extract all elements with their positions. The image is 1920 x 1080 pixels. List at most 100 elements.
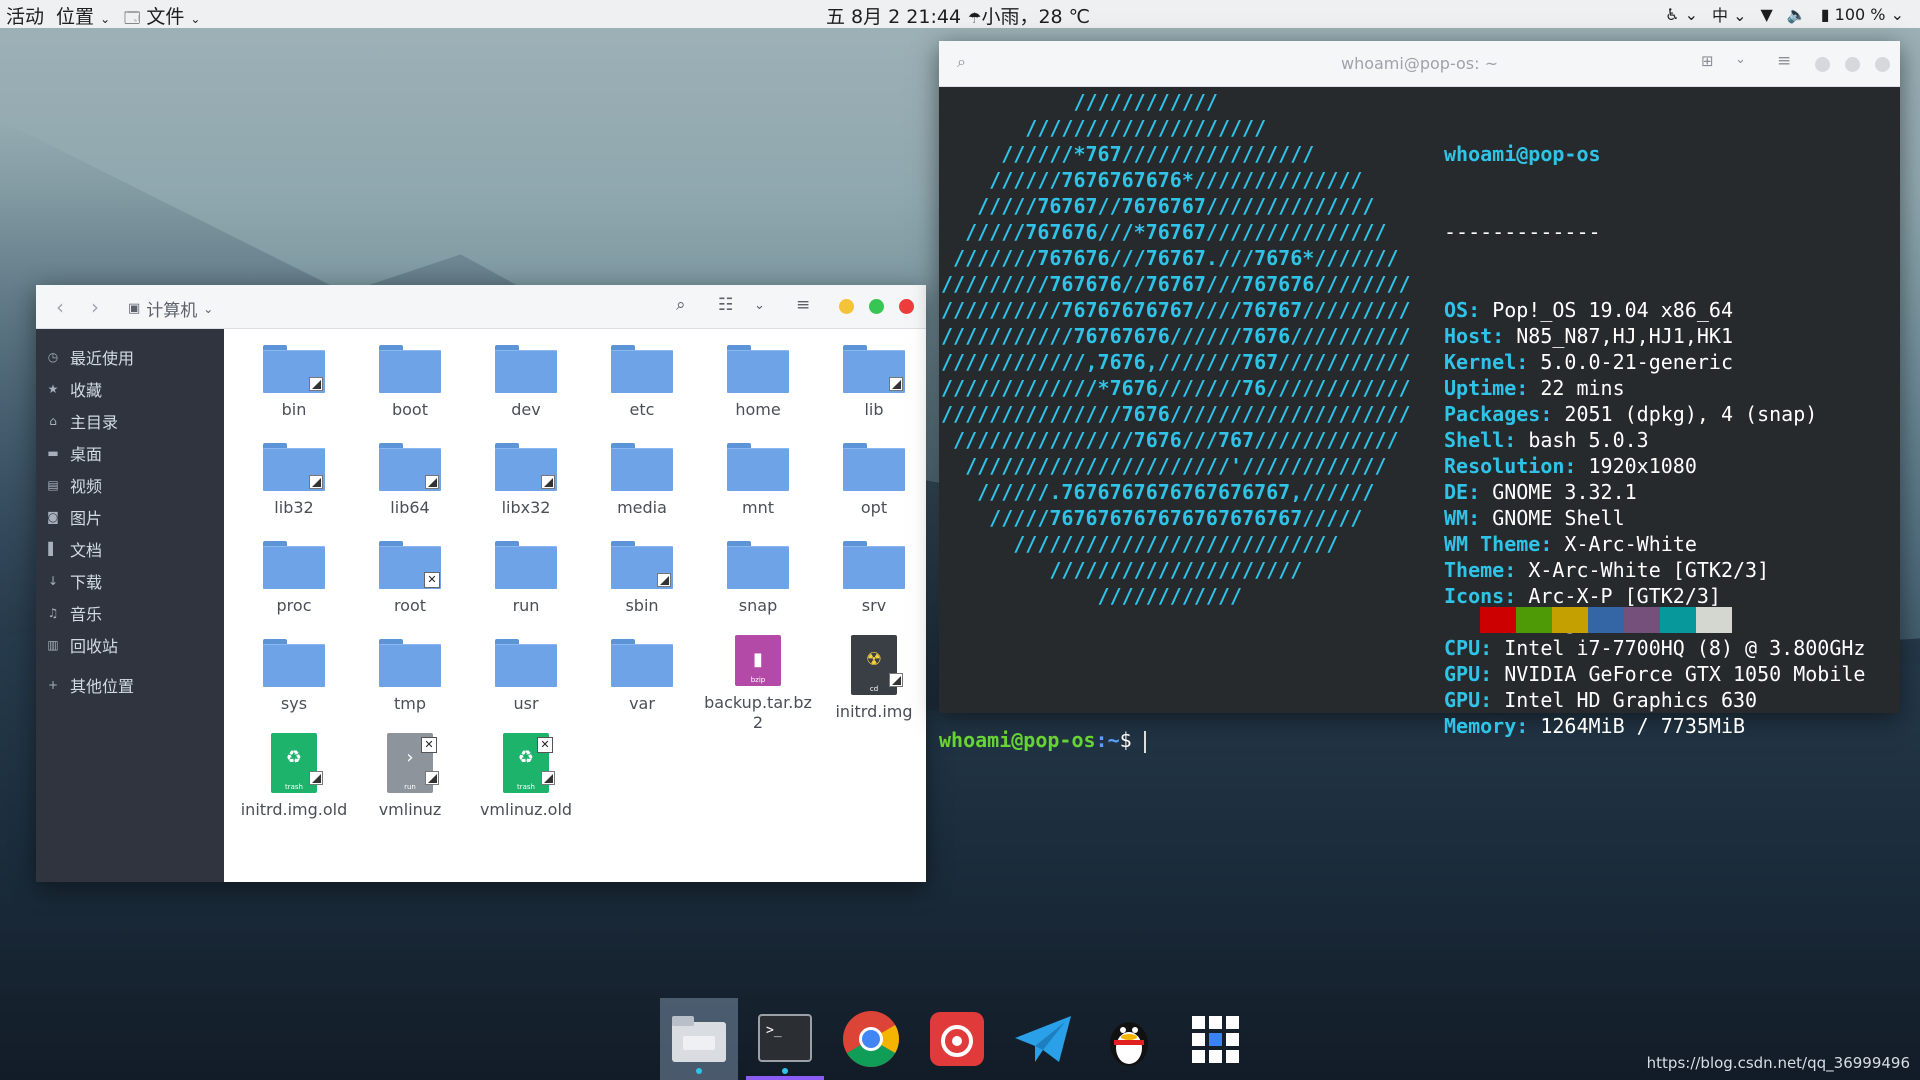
file-item[interactable]: snap — [700, 537, 816, 635]
file-item[interactable]: etc — [584, 341, 700, 439]
terminal-output[interactable]: //////////// //////////////////// //////… — [939, 87, 1900, 753]
info-key: CPU — [1444, 636, 1481, 660]
places-menu[interactable]: 位置 ⌄ — [56, 2, 110, 29]
file-item[interactable]: srv — [816, 537, 932, 635]
dock-terminal[interactable]: >_ — [746, 998, 824, 1080]
file-item[interactable]: lib64 — [352, 439, 468, 537]
sidebar-item-label: 桌面 — [70, 445, 103, 464]
sidebar-item[interactable]: ▬ 桌面 — [36, 437, 224, 469]
location-button[interactable]: ▣ 计算机 ⌄ — [128, 296, 213, 321]
file-grid: bin boot dev etc home lib lib32 lib64 libx32 medi… — [236, 341, 932, 831]
logo-line: /////76767//7676767////////////// — [941, 194, 1375, 218]
maximize-button[interactable] — [1845, 57, 1860, 72]
list-view-icon[interactable]: ☷ — [718, 295, 733, 315]
info-value: 5.0.0-21-generic — [1540, 350, 1733, 374]
file-item[interactable]: ♻ trash ✕ vmlinuz.old — [468, 733, 584, 831]
dock: >_ — [660, 998, 1254, 1080]
sidebar-item-label: 文档 — [70, 541, 103, 560]
dock-files[interactable] — [660, 998, 738, 1080]
file-item[interactable]: ♻ trash initrd.img.old — [236, 733, 352, 831]
accessibility-icon[interactable]: ♿ ⌄ — [1665, 5, 1698, 24]
file-item[interactable]: home — [700, 341, 816, 439]
file-name: run — [512, 596, 540, 615]
info-value: X-Arc-White — [1564, 532, 1697, 556]
file-item[interactable]: tmp — [352, 635, 468, 733]
folder-icon — [495, 541, 557, 589]
menu-icon[interactable]: ≡ — [1777, 51, 1791, 71]
clock[interactable]: 五 8月 2 21:44 — [826, 2, 961, 29]
file-item[interactable]: mnt — [700, 439, 816, 537]
sidebar-item[interactable]: ↓ 下载 — [36, 565, 224, 597]
files-app-menu[interactable]: 🗔 文件 ⌄ — [124, 2, 200, 33]
file-item[interactable]: sys — [236, 635, 352, 733]
view-options-chevron-icon[interactable]: ⌄ — [754, 298, 765, 313]
input-method-indicator[interactable]: 中 ⌄ — [1712, 2, 1747, 26]
battery-indicator[interactable]: ▮ 100 % ⌄ — [1821, 5, 1904, 24]
wifi-icon[interactable]: ▼ — [1761, 5, 1773, 24]
sidebar-item[interactable]: ♫ 音乐 — [36, 597, 224, 629]
info-colon: : — [1468, 506, 1493, 530]
info-colon: : — [1564, 454, 1589, 478]
info-key: Icons — [1444, 584, 1505, 608]
logo-line: ////////////,7676,///////767/////////// — [941, 350, 1411, 374]
close-button[interactable] — [1875, 57, 1890, 72]
info-value: 1264MiB / 7735MiB — [1540, 714, 1746, 738]
dock-chrome[interactable] — [832, 998, 910, 1080]
info-colon: : — [1516, 376, 1541, 400]
activities-button[interactable]: 活动 — [6, 2, 44, 29]
sidebar-item[interactable]: ▥ 回收站 — [36, 629, 224, 661]
minimize-button[interactable] — [1815, 57, 1830, 72]
minimize-button[interactable] — [839, 299, 854, 314]
color-swatch — [1516, 607, 1552, 633]
neofetch-info: whoami@pop-os ------------- OS: Pop!_OS … — [1444, 89, 1865, 739]
file-item[interactable]: proc — [236, 537, 352, 635]
file-item[interactable]: ☢ cd initrd.img — [816, 635, 932, 733]
info-value: 2051 (dpkg), 4 (snap) — [1564, 402, 1818, 426]
info-value: GNOME 3.32.1 — [1492, 480, 1637, 504]
dock-show-applications[interactable] — [1176, 998, 1254, 1080]
file-item[interactable]: sbin — [584, 537, 700, 635]
sidebar-item[interactable]: ★ 收藏 — [36, 373, 224, 405]
dock-netease-music[interactable] — [918, 998, 996, 1080]
file-item[interactable]: opt — [816, 439, 932, 537]
file-item[interactable]: lib — [816, 341, 932, 439]
sidebar-item[interactable]: ▤ 视频 — [36, 469, 224, 501]
file-item[interactable]: lib32 — [236, 439, 352, 537]
file-name: bin — [281, 400, 307, 419]
info-line: WM: GNOME Shell — [1444, 505, 1865, 531]
sidebar-item[interactable]: ◷ 最近使用 — [36, 341, 224, 373]
forward-icon[interactable]: › — [91, 295, 99, 319]
sidebar-item[interactable]: ▌ 文档 — [36, 533, 224, 565]
new-tab-icon[interactable]: ⊞ — [1701, 52, 1714, 70]
cloud-rain-icon: ☂ — [968, 9, 982, 27]
sidebar-item[interactable]: ⌂ 主目录 — [36, 405, 224, 437]
sidebar-item[interactable]: ◙ 图片 — [36, 501, 224, 533]
file-item[interactable]: ✕ root — [352, 537, 468, 635]
menu-icon[interactable]: ≡ — [796, 295, 810, 315]
maximize-button[interactable] — [869, 299, 884, 314]
grid-apps-icon — [1192, 1016, 1239, 1063]
file-item[interactable]: libx32 — [468, 439, 584, 537]
volume-icon[interactable]: 🔈 — [1787, 5, 1807, 24]
file-item[interactable]: bin — [236, 341, 352, 439]
search-icon[interactable]: ⌕ — [676, 295, 686, 315]
dock-qq[interactable] — [1090, 998, 1168, 1080]
chevron-down-icon[interactable]: ⌄ — [1735, 52, 1746, 67]
file-item[interactable]: var — [584, 635, 700, 733]
file-item[interactable]: usr — [468, 635, 584, 733]
file-item[interactable]: ▮ bzip backup.tar.bz2 — [700, 635, 816, 733]
close-button[interactable] — [899, 299, 914, 314]
back-icon[interactable]: ‹ — [56, 295, 64, 319]
file-item[interactable]: › run ✕ vmlinuz — [352, 733, 468, 831]
file-name: lib32 — [274, 498, 314, 517]
file-item[interactable]: media — [584, 439, 700, 537]
file-item[interactable]: boot — [352, 341, 468, 439]
dock-telegram[interactable] — [1004, 998, 1082, 1080]
weather[interactable]: ☂小雨，28 ℃ — [968, 2, 1090, 29]
weather-label: 小雨，28 ℃ — [981, 6, 1091, 28]
file-item[interactable]: dev — [468, 341, 584, 439]
sidebar-item-other-locations[interactable]: + 其他位置 — [36, 669, 224, 701]
symlink-icon — [889, 673, 903, 687]
file-name: opt — [860, 498, 888, 517]
file-item[interactable]: run — [468, 537, 584, 635]
